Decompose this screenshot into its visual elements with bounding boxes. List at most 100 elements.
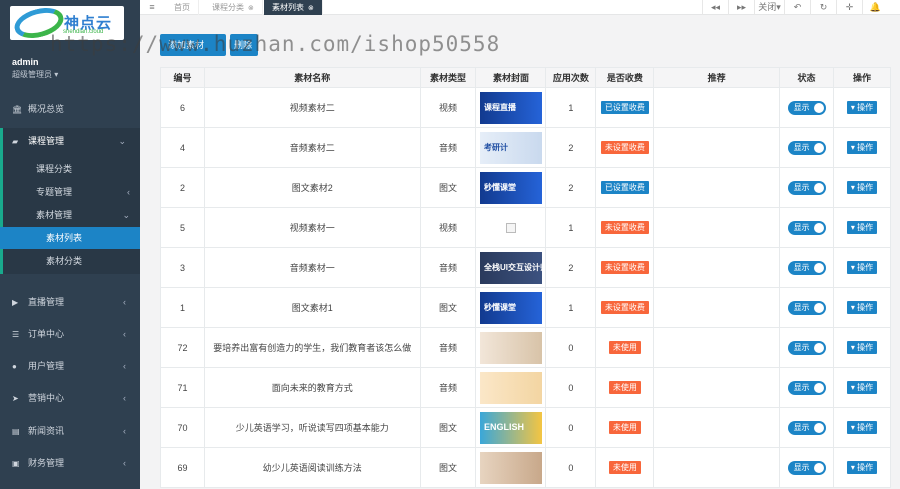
table-row: 72 要培养出富有创造力的学生，我们教育者该怎么做 音频 0 未使用 显示 ▾ 操作 xyxy=(160,327,891,368)
sidebar-item-material[interactable]: 素材管理 ⌄ xyxy=(0,204,140,226)
close-icon[interactable]: ⊗ xyxy=(248,5,254,12)
table-row: 3 音频素材一 音频 全栈UI交互设计师 2 未设置收费 显示 ▾ 操作 xyxy=(160,247,891,288)
cell-id: 71 xyxy=(160,367,205,408)
menu-item-course[interactable]: ▰ 课程管理 ⌄ xyxy=(0,131,140,151)
user-icon: ● xyxy=(12,362,17,371)
status-toggle[interactable]: 显示 xyxy=(787,140,826,155)
status-toggle[interactable]: 显示 xyxy=(787,420,826,435)
fee-badge: 未设置收费 xyxy=(600,141,649,154)
menu-toggle-button[interactable]: ≡ xyxy=(140,0,164,15)
scroll-tabs-right-button[interactable]: ▸▸ xyxy=(728,0,754,15)
cell-type: 音频 xyxy=(419,327,477,368)
cover-thumbnail: 考研计 xyxy=(479,131,542,164)
cell-ops: ▾ 操作 xyxy=(833,247,891,288)
menu-item-label: 课程管理 xyxy=(28,136,65,146)
cover-thumbnail: 秒懂课堂 xyxy=(479,291,542,324)
cell-ops: ▾ 操作 xyxy=(833,447,891,488)
cell-count: 2 xyxy=(545,247,597,288)
cell-count: 0 xyxy=(545,407,597,448)
fullscreen-button[interactable]: ✛ xyxy=(836,0,862,15)
tab-home[interactable]: 首页 xyxy=(166,0,199,15)
chevron-left-icon: ‹ xyxy=(123,458,126,468)
cell-cover xyxy=(475,207,547,248)
fee-badge: 已设置收费 xyxy=(600,101,649,114)
table-row: 6 视频素材二 视频 课程直播 1 已设置收费 显示 ▾ 操作 xyxy=(160,87,891,128)
tab-material-list[interactable]: 素材列表 ⊗ xyxy=(264,0,323,15)
status-toggle-label: 显示 xyxy=(793,222,810,232)
cell-recommend xyxy=(653,367,781,408)
cell-type: 图文 xyxy=(419,447,477,488)
table-row: 5 视频素材一 视频 1 未设置收费 显示 ▾ 操作 xyxy=(160,207,891,248)
table-header-col-ops: 操作 xyxy=(833,67,891,88)
status-toggle[interactable]: 显示 xyxy=(787,220,826,235)
status-toggle[interactable]: 显示 xyxy=(787,380,826,395)
cell-type: 图文 xyxy=(419,167,477,208)
refresh-button[interactable]: ↻ xyxy=(810,0,836,15)
table-row: 70 少儿英语学习，听说读写四项基本能力 图文 ENGLISH 0 未使用 显示 ▾ 操作 xyxy=(160,407,891,448)
tab-course-category[interactable]: 课程分类 ⊗ xyxy=(204,0,263,15)
status-toggle[interactable]: 显示 xyxy=(787,340,826,355)
status-toggle[interactable]: 显示 xyxy=(787,100,826,115)
status-toggle[interactable]: 显示 xyxy=(787,300,826,315)
scroll-tabs-left-button[interactable]: ◂◂ xyxy=(702,0,728,15)
operations-dropdown-button[interactable]: ▾ 操作 xyxy=(846,301,878,314)
cell-ops: ▾ 操作 xyxy=(833,207,891,248)
table-header-col-status: 状态 xyxy=(779,67,835,88)
cell-fee: 未使用 xyxy=(595,367,655,408)
sidebar-item-material-list[interactable]: 素材列表 xyxy=(0,227,140,249)
menu-item-marketing[interactable]: ➤ 营销中心 ‹ xyxy=(0,388,140,408)
status-toggle[interactable]: 显示 xyxy=(787,180,826,195)
notification-button[interactable]: 🔔 xyxy=(862,0,888,15)
menu-item-finance[interactable]: ▣ 财务管理 ‹ xyxy=(0,453,140,473)
cell-ops: ▾ 操作 xyxy=(833,367,891,408)
cell-fee: 未设置收费 xyxy=(595,127,655,168)
sidebar-item-topic[interactable]: 专题管理 ‹ xyxy=(0,181,140,203)
menu-item-overview[interactable]: 🏛 概况总览 xyxy=(0,99,140,119)
cell-name: 视频素材一 xyxy=(203,207,421,248)
operations-dropdown-button[interactable]: ▾ 操作 xyxy=(846,261,878,274)
tab-label: 首页 xyxy=(174,3,190,12)
cell-type: 音频 xyxy=(419,247,477,288)
close-tabs-dropdown[interactable]: 关闭▾ xyxy=(754,0,784,15)
cell-recommend xyxy=(653,207,781,248)
menu-item-users[interactable]: ● 用户管理 ‹ xyxy=(0,356,140,376)
operations-dropdown-button[interactable]: ▾ 操作 xyxy=(846,181,878,194)
operations-dropdown-button[interactable]: ▾ 操作 xyxy=(846,461,878,474)
cover-text: 全栈UI交互设计师 xyxy=(483,262,542,272)
cell-name: 图文素材1 xyxy=(203,287,421,328)
operations-dropdown-button[interactable]: ▾ 操作 xyxy=(846,221,878,234)
menu-item-news[interactable]: ▤ 新闻资讯 ‹ xyxy=(0,421,140,441)
status-toggle-label: 显示 xyxy=(793,302,810,312)
status-toggle-label: 显示 xyxy=(793,102,810,112)
cell-recommend xyxy=(653,247,781,288)
fee-badge: 未使用 xyxy=(608,381,641,394)
chevron-left-icon: ‹ xyxy=(123,361,126,371)
sidebar-item-course-category[interactable]: 课程分类 xyxy=(0,158,140,180)
close-icon[interactable]: ⊗ xyxy=(308,5,314,12)
operations-dropdown-button[interactable]: ▾ 操作 xyxy=(846,421,878,434)
status-toggle[interactable]: 显示 xyxy=(787,460,826,475)
cell-fee: 未使用 xyxy=(595,407,655,448)
operations-dropdown-button[interactable]: ▾ 操作 xyxy=(846,141,878,154)
operations-dropdown-button[interactable]: ▾ 操作 xyxy=(846,381,878,394)
menu-item-live[interactable]: ▶ 直播管理 ‹ xyxy=(0,292,140,312)
cell-count: 1 xyxy=(545,87,597,128)
cell-status: 显示 xyxy=(779,207,835,248)
cover-text: 课程直播 xyxy=(483,102,516,112)
sidebar-item-material-category[interactable]: 素材分类 xyxy=(0,250,140,272)
status-toggle[interactable]: 显示 xyxy=(787,260,826,275)
cell-fee: 未设置收费 xyxy=(595,287,655,328)
user-role-dropdown[interactable]: 超级管理员 ▾ xyxy=(12,69,58,80)
toggle-knob xyxy=(813,302,824,313)
operations-dropdown-button[interactable]: ▾ 操作 xyxy=(846,101,878,114)
menu-item-label: 用户管理 xyxy=(28,361,65,371)
back-button[interactable]: ↶ xyxy=(784,0,810,15)
chevron-left-icon: ‹ xyxy=(123,426,126,436)
cell-type: 音频 xyxy=(419,127,477,168)
cell-id: 4 xyxy=(160,127,205,168)
menu-item-orders[interactable]: ☰ 订单中心 ‹ xyxy=(0,324,140,344)
menu-item-label: 财务管理 xyxy=(28,458,65,468)
cell-type: 音频 xyxy=(419,367,477,408)
cell-id: 70 xyxy=(160,407,205,448)
operations-dropdown-button[interactable]: ▾ 操作 xyxy=(846,341,878,354)
